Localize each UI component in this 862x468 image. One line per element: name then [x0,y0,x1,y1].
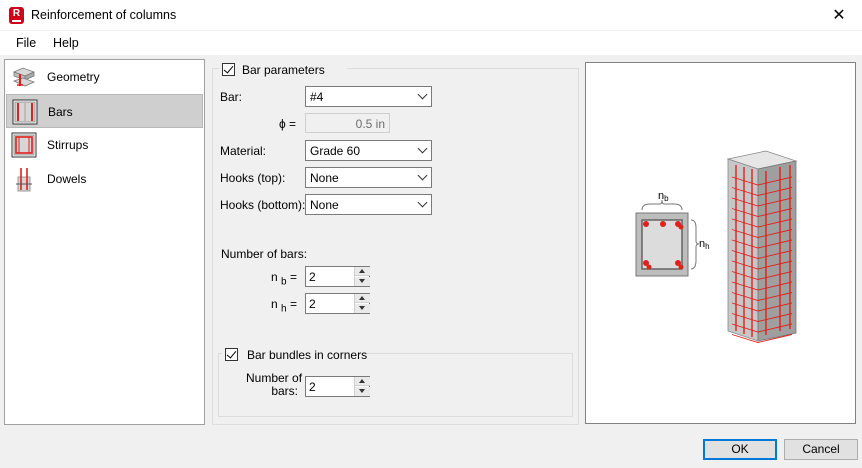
nh-value: 2 [309,297,316,311]
bar-label: Bar: [220,90,243,104]
preview-panel: nb nh [585,62,856,424]
nh-sub: h [281,303,287,315]
nav-label-bars: Bars [48,105,73,119]
hooks-bottom-value: None [310,198,339,212]
nh-label: n h = [271,297,297,314]
nh-stepper-buttons [354,294,370,313]
bar-size-select[interactable]: #4 [305,86,432,107]
chevron-down-icon [417,197,428,208]
preview-nb-label: nb [658,190,669,203]
chevron-down-icon [417,143,428,154]
nb-sub: b [281,276,287,288]
nh-stepper[interactable]: 2 [305,293,370,314]
nav-item-stirrups[interactable]: Stirrups [6,128,203,162]
phi-label: ϕ = [279,117,297,131]
bundle-number-label: Number of bars: [246,372,302,398]
decrement-icon[interactable] [355,304,370,313]
menu-file[interactable]: File [16,36,36,50]
nav-label-geometry: Geometry [47,70,100,84]
bar-bundles-checkbox[interactable] [225,348,238,361]
close-icon[interactable]: ✕ [816,0,862,31]
nh-eq: = [289,297,297,311]
bundle-number-value: 2 [309,380,316,394]
material-select[interactable]: Grade 60 [305,140,432,161]
increment-icon[interactable] [355,294,370,303]
menu-bar: File Help [0,31,862,55]
chevron-down-icon [417,170,428,181]
nav-item-dowels[interactable]: Dowels [6,162,203,196]
window-title: Reinforcement of columns [31,8,177,22]
column-illustration: nb nh [635,150,798,343]
bundle-number-label-line2: bars: [271,384,298,398]
increment-icon[interactable] [355,267,370,276]
bar-bundles-label: Bar bundles in corners [247,348,368,362]
hooks-top-select[interactable]: None [305,167,432,188]
phi-field: 0.5 in [305,113,390,133]
hooks-bottom-label: Hooks (bottom): [220,198,306,212]
bar-parameters-checkbox[interactable] [222,63,235,76]
decrement-icon[interactable] [355,387,370,396]
geometry-icon [12,67,36,87]
material-value: Grade 60 [310,144,361,158]
bundle-number-stepper[interactable]: 2 [305,376,370,397]
nb-label: n b = [271,270,297,287]
menu-help[interactable]: Help [53,36,79,50]
hooks-top-value: None [310,171,339,185]
nb-n: n [271,270,278,284]
nb-value: 2 [309,270,316,284]
nav-item-bars[interactable]: Bars [6,94,203,128]
hooks-top-label: Hooks (top): [220,171,286,185]
dowels-icon [16,168,32,192]
increment-icon[interactable] [355,377,370,386]
phi-value: 0.5 in [355,117,385,131]
section-nav: Geometry Bars Stirrups Dowels [4,59,205,425]
preview-nh-label: nh [699,238,710,251]
app-logo-icon: R [9,7,24,24]
bars-icon [12,99,38,125]
nav-label-stirrups: Stirrups [47,138,89,152]
nav-label-dowels: Dowels [47,172,87,186]
bar-size-value: #4 [310,90,324,104]
stirrups-icon [11,132,37,158]
nav-item-geometry[interactable]: Geometry [6,60,203,94]
decrement-icon[interactable] [355,277,370,286]
number-of-bars-label: Number of bars: [221,247,308,261]
nb-eq: = [289,270,297,284]
hooks-bottom-select[interactable]: None [305,194,432,215]
bundle-stepper-buttons [354,377,370,396]
nb-stepper-buttons [354,267,370,286]
chevron-down-icon [417,89,428,100]
nb-stepper[interactable]: 2 [305,266,370,287]
bar-parameters-label: Bar parameters [242,63,325,77]
cancel-button[interactable]: Cancel [784,439,858,460]
nh-n: n [271,297,278,311]
material-label: Material: [220,144,267,158]
title-bar: R Reinforcement of columns ✕ [0,0,862,31]
ok-button[interactable]: OK [703,439,777,460]
